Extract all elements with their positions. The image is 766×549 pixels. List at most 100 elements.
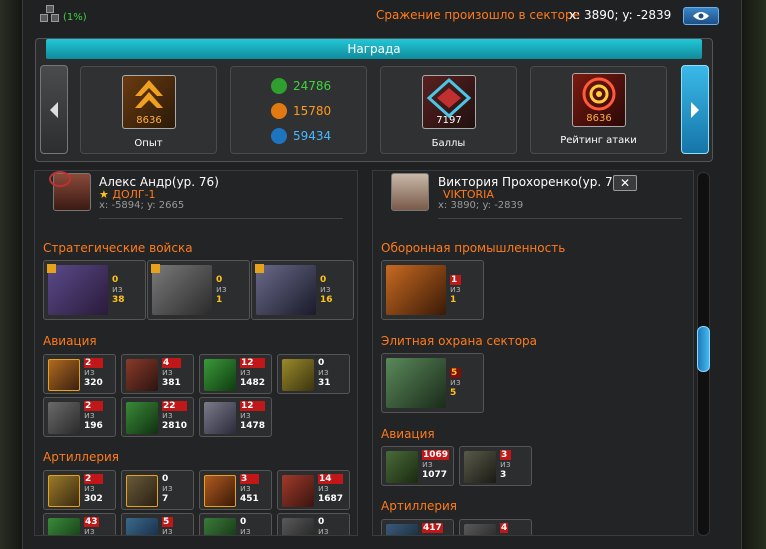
unit-total: 16 [320,295,333,305]
rank-badge-icon [151,264,160,273]
points-label: Баллы [431,138,466,149]
of-label: из [216,285,227,295]
scrollbar-thumb[interactable] [697,326,710,372]
points-card: 7197 Баллы [380,66,517,154]
titanium-value: 15780 [293,104,332,118]
unit-card[interactable]: 0 из 7 [121,470,194,510]
defender-coords: x: 3890; y: -2839 [438,200,524,211]
of-label: из [422,460,433,470]
unit-count: 0 [112,275,119,285]
battle-report-window: (1%) Сражение произошло в секторе x: 389… [0,0,766,549]
section-title: Артиллерия [381,499,457,513]
unit-image [386,265,446,315]
of-label: из [84,484,95,494]
unit-total: 1478 [240,421,266,431]
rank-badge-icon [47,264,56,273]
unit-count: 2 [84,474,103,484]
unit-image [204,359,236,391]
section-title: Авиация [381,427,435,441]
unit-card[interactable]: 5 из 5 [381,353,484,413]
unit-card[interactable]: 0 из 1 [147,260,250,320]
unit-card[interactable]: 2 из 302 [43,470,116,510]
attack-rating-card: 8636 Рейтинг атаки [530,66,667,154]
defender-avatar[interactable] [391,173,429,211]
close-button[interactable]: ✕ [613,175,637,191]
unit-card[interactable]: 4 [459,519,532,535]
unit-image [48,265,108,315]
unit-total: 1 [216,295,223,305]
unit-count: 43 [84,517,99,527]
unit-card[interactable]: 1 из 1 [381,260,484,320]
unit-card[interactable]: 417 [381,519,454,535]
unit-image [464,524,496,535]
unit-card[interactable]: 0 из 38 [43,260,146,320]
of-label: из [240,484,251,494]
unit-count: 0 [318,517,325,527]
of-label: из [240,368,251,378]
unit-count: 0 [216,275,223,285]
unit-card[interactable]: 1069 из 1077 [381,446,454,486]
attack-rating-value: 8636 [586,113,612,124]
section-title: Стратегические войска [43,241,193,255]
of-label: из [162,368,173,378]
titanium-icon [271,103,287,119]
unit-card[interactable]: 0 из [199,513,272,535]
of-label: из [320,285,331,295]
reward-prev-button[interactable] [40,65,68,154]
unit-total: 38 [112,295,125,305]
unit-image [386,524,418,535]
unit-card[interactable]: 0 из [277,513,350,536]
unit-image [464,451,496,483]
unit-card[interactable]: 4 из 381 [121,354,194,394]
unit-count: 1069 [422,450,450,460]
arrow-right-icon [691,101,699,118]
unit-count: 5 [162,517,173,527]
unit-card[interactable]: 3 из 3 [459,446,532,486]
unit-card[interactable]: 0 из 31 [277,354,350,394]
of-label: из [84,411,95,421]
unit-image [126,475,158,507]
unit-card[interactable]: 12 из 1482 [199,354,272,394]
unit-image [386,358,446,408]
unit-card[interactable]: 22 из 2810 [121,397,194,437]
unit-card[interactable]: 3 из 451 [199,470,272,510]
rank-badge-icon [255,264,264,273]
unit-total: 2810 [162,421,188,431]
unit-image [204,402,236,434]
unit-total: 5 [450,388,457,398]
unit-count: 22 [162,401,188,411]
right-background-strip [742,0,766,549]
unit-count: 0 [162,474,169,484]
of-label: из [318,484,329,494]
unit-card[interactable]: 12 из 1478 [199,397,272,437]
unit-card[interactable]: 2 из 196 [43,397,116,437]
battle-sector-text: Сражение произошло в секторе [376,8,580,22]
left-background-strip [0,0,22,549]
of-label: из [450,378,461,388]
experience-value: 8636 [136,115,162,126]
unit-count: 0 [240,517,247,527]
experience-card: 8636 Опыт [80,66,217,154]
unit-image [126,359,158,391]
unit-card[interactable]: 5 из [121,513,194,536]
of-label: из [500,460,511,470]
reward-next-button[interactable] [681,65,709,154]
radiation-icon [271,78,287,94]
points-value: 7197 [436,115,462,126]
unit-total: 31 [318,378,331,388]
unit-image [204,518,236,535]
of-label: из [318,527,329,536]
grid-square-icon [51,14,59,22]
unit-total: 1482 [240,378,266,388]
unit-card[interactable]: 2 из 320 [43,354,116,394]
top-bar: (1%) Сражение произошло в секторе x: 389… [0,0,766,32]
defender-name[interactable]: Виктория Прохоренко(ур. 75) [438,175,625,189]
attacker-name[interactable]: Алекс Андр(ур. 76) [99,175,219,189]
unit-card[interactable]: 14 из 1687 [277,470,350,510]
unit-image [48,518,80,535]
view-sector-button[interactable] [683,7,719,25]
credits-icon [271,128,287,144]
of-label: из [162,527,173,536]
unit-card[interactable]: 43 из [43,513,116,535]
unit-card[interactable]: 0 из 16 [251,260,354,320]
